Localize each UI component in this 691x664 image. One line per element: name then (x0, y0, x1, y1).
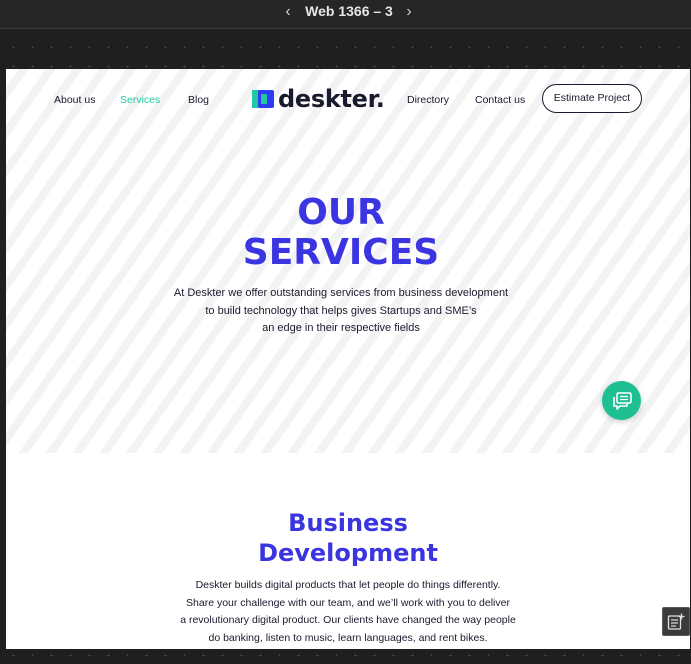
logo-icon (252, 90, 274, 108)
nav-blog-link[interactable]: Blog (188, 93, 209, 107)
section-title-line: Development (258, 539, 438, 567)
nav-contact-link[interactable]: Contact us (475, 93, 525, 107)
section-title: Business Development (6, 508, 690, 568)
chevron-left-icon[interactable]: ‹ (280, 2, 296, 22)
artboard-title: Web 1366 – 3 (305, 3, 393, 19)
chat-bubble-icon (612, 391, 632, 410)
hero-description-line: to build technology that helps gives Sta… (205, 304, 477, 317)
hero-title-line: OUR (297, 192, 385, 233)
section-description-line: Share your challenge with our team, and … (186, 596, 510, 609)
hero-description-line: an edge in their respective fields (262, 322, 420, 334)
hero-title: OUR SERVICES (6, 193, 676, 273)
section-description-line: a revolutionary digital product. Our cli… (180, 614, 516, 626)
hero-description: At Deskter we offer outstanding services… (6, 285, 676, 338)
chevron-right-icon[interactable]: › (401, 2, 417, 22)
nav-directory-link[interactable]: Directory (407, 93, 449, 107)
section-description: Deskter builds digital products that let… (6, 577, 690, 647)
chat-button[interactable] (602, 381, 641, 420)
estimate-project-button[interactable]: Estimate Project (542, 84, 642, 113)
logo-text: deskter. (278, 85, 385, 113)
nav-services-link[interactable]: Services (120, 93, 160, 107)
hero-title-line: SERVICES (242, 232, 440, 273)
section-description-line: do banking, listen to music, learn langu… (208, 631, 488, 644)
toolbar: ‹ Web 1366 – 3 › (0, 0, 691, 29)
logo[interactable]: deskter. (252, 85, 385, 113)
nav-about-link[interactable]: About us (54, 93, 95, 107)
comments-add-icon (667, 613, 685, 630)
section-description-line: Deskter builds digital products that let… (195, 579, 501, 591)
comments-widget-button[interactable] (662, 607, 690, 636)
artboard: About us Services Blog deskter. Director… (6, 69, 690, 649)
hero-section: About us Services Blog deskter. Director… (6, 69, 690, 453)
hero-description-line: At Deskter we offer outstanding services… (173, 287, 509, 299)
section-title-line: Business (288, 509, 408, 537)
